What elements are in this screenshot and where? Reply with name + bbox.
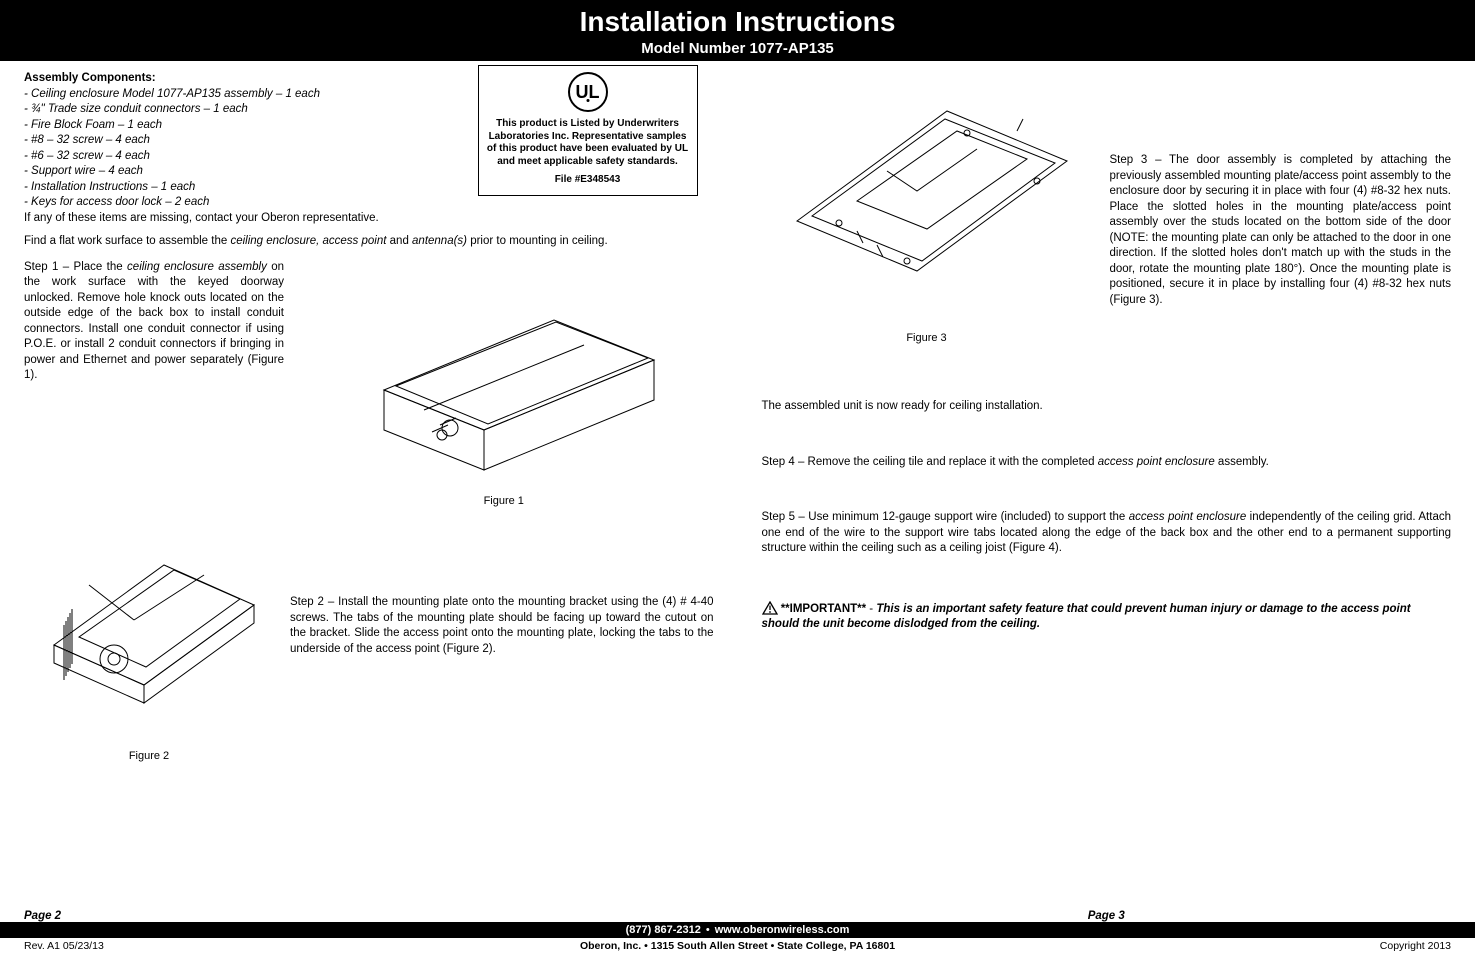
footer-phone: (877) 867-2312 xyxy=(626,924,701,936)
copyright-label: Copyright 2013 xyxy=(1380,940,1451,952)
text-emphasis: access point enclosure xyxy=(1098,456,1215,468)
ul-logo-text: UL xyxy=(576,81,600,104)
title-banner: Installation Instructions Model Number 1… xyxy=(0,0,1475,61)
important-safety-note: **IMPORTANT** - This is an important saf… xyxy=(762,601,1452,633)
model-number: Model Number 1077-AP135 xyxy=(0,40,1475,57)
address-city: State College, PA 16801 xyxy=(777,940,895,952)
page-number-left: Page 2 xyxy=(0,910,738,922)
revision-label: Rev. A1 05/23/13 xyxy=(24,940,104,952)
footer-black-bar: (877) 867-2312•www.oberonwireless.com xyxy=(0,922,1475,938)
page-number-right: Page 3 xyxy=(738,910,1475,922)
bullet-icon: • xyxy=(644,940,651,952)
ul-file-number: File #E348543 xyxy=(487,174,689,187)
ul-logo-icon: UL xyxy=(568,72,608,112)
page-3-column: Figure 3 Step 3 – The door assembly is c… xyxy=(738,61,1475,910)
company-name: Oberon, Inc. xyxy=(580,940,641,952)
figure-3-label: Figure 3 xyxy=(762,331,1092,346)
page-number-row: Page 2 Page 3 xyxy=(0,910,1475,922)
door-assembly-isometric-icon xyxy=(767,71,1087,321)
text-emphasis: access point enclosure xyxy=(1129,511,1246,523)
text-emphasis: ceiling enclosure, access point xyxy=(230,235,386,247)
text-fragment: - xyxy=(866,603,876,615)
page-2-column: UL This product is Listed by Underwriter… xyxy=(0,61,738,910)
text-fragment: Find a flat work surface to assemble the xyxy=(24,235,230,247)
company-address: Oberon, Inc. • 1315 South Allen Street •… xyxy=(580,940,895,952)
component-item: - Keys for access door lock – 2 each xyxy=(24,195,714,211)
text-fragment: Step 4 – Remove the ceiling tile and rep… xyxy=(762,456,1098,468)
footer-website: www.oberonwireless.com xyxy=(715,924,850,936)
ul-certification-box: UL This product is Listed by Underwriter… xyxy=(478,65,698,196)
text-fragment: assembly. xyxy=(1215,456,1269,468)
flat-surface-instruction: Find a flat work surface to assemble the… xyxy=(24,234,714,250)
components-missing-note: If any of these items are missing, conta… xyxy=(24,211,714,227)
text-emphasis: ceiling enclosure assembly xyxy=(127,261,267,273)
figure-1: Figure 1 xyxy=(294,260,714,509)
bullet-icon: • xyxy=(701,924,715,936)
text-emphasis: antenna(s) xyxy=(412,235,467,247)
step-1-text: Step 1 – Place the ceiling enclosure ass… xyxy=(24,260,284,509)
important-label: **IMPORTANT** xyxy=(781,603,866,615)
figure-2: Figure 2 xyxy=(24,525,274,763)
text-fragment: prior to mounting in ceiling. xyxy=(467,235,608,247)
text-fragment: and xyxy=(386,235,412,247)
text-fragment: Step 1 – Place the xyxy=(24,261,127,273)
step-3-text: Step 3 – The door assembly is completed … xyxy=(1110,153,1452,308)
mounting-plate-isometric-icon xyxy=(34,525,264,725)
figure-3: Figure 3 xyxy=(762,71,1092,345)
ul-statement: This product is Listed by Underwriters L… xyxy=(487,118,689,168)
doc-title: Installation Instructions xyxy=(0,6,1475,38)
figure-1-label: Figure 1 xyxy=(294,494,714,509)
assembled-note: The assembled unit is now ready for ceil… xyxy=(762,399,1452,415)
step-2-text: Step 2 – Install the mounting plate onto… xyxy=(290,595,714,657)
text-fragment: Step 5 – Use minimum 12-gauge support wi… xyxy=(762,511,1129,523)
footer-info-row: Rev. A1 05/23/13 Oberon, Inc. • 1315 Sou… xyxy=(0,938,1475,954)
warning-triangle-icon xyxy=(762,601,778,615)
step-4-text: Step 4 – Remove the ceiling tile and rep… xyxy=(762,455,1452,471)
text-fragment: on the work surface with the keyed doorw… xyxy=(24,261,284,382)
step-5-text: Step 5 – Use minimum 12-gauge support wi… xyxy=(762,510,1452,557)
address-street: 1315 South Allen Street xyxy=(651,940,768,952)
enclosure-isometric-icon xyxy=(324,260,684,485)
figure-2-label: Figure 2 xyxy=(24,749,274,764)
